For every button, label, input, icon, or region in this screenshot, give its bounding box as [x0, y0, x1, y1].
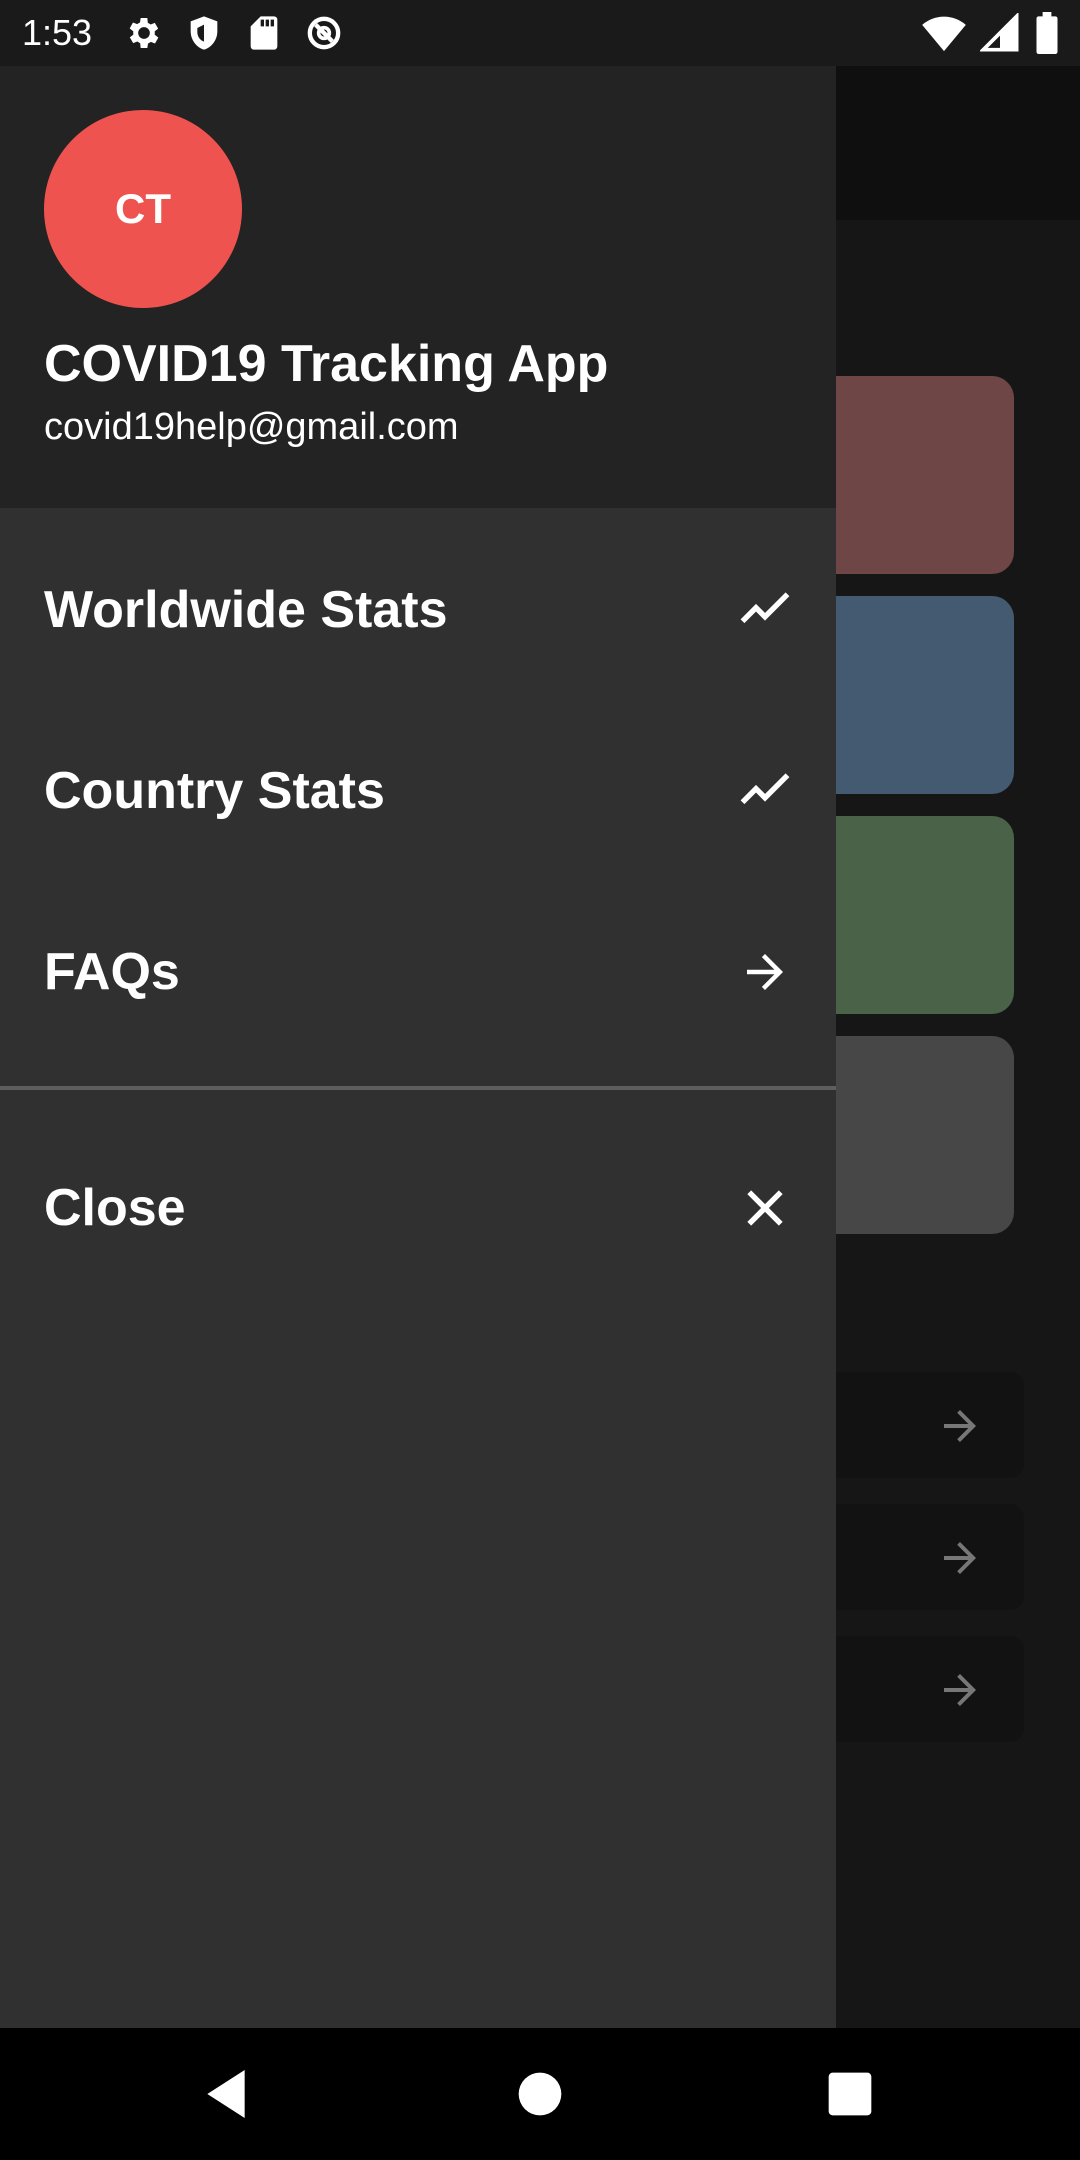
status-time: 1:53 — [22, 12, 93, 53]
account-email: covid19help@gmail.com — [44, 406, 459, 448]
menu-item-country-stats[interactable]: Country Stats — [0, 701, 836, 881]
trending-up-icon — [740, 592, 790, 624]
navigation-drawer: CT COVID19 Tracking App covid19help@gmai… — [0, 66, 836, 2028]
sd-card-icon — [250, 16, 278, 50]
close-icon — [747, 1190, 783, 1226]
wifi-icon — [922, 16, 966, 52]
arrow-forward-icon — [944, 1410, 976, 1442]
menu-item-label: Close — [44, 1179, 186, 1237]
data-saver-icon — [307, 16, 341, 50]
recents-icon[interactable] — [818, 2062, 882, 2126]
arrow-forward-icon — [944, 1674, 976, 1706]
drawer-divider — [0, 1086, 836, 1090]
menu-item-faqs[interactable]: FAQs — [0, 882, 836, 1062]
arrow-forward-icon — [747, 954, 783, 990]
menu-item-worldwide-stats[interactable]: Worldwide Stats — [0, 520, 836, 700]
shield-icon — [190, 16, 218, 50]
app-name: COVID19 Tracking App — [44, 335, 609, 393]
menu-item-close[interactable]: Close — [0, 1118, 836, 1298]
back-icon[interactable] — [194, 2062, 258, 2126]
trending-up-icon — [740, 773, 790, 805]
menu-item-label: Country Stats — [44, 762, 385, 820]
signal-icon — [980, 13, 1019, 52]
settings-gear-icon — [129, 18, 159, 48]
avatar: CT — [44, 110, 242, 308]
menu-item-label: Worldwide Stats — [44, 581, 448, 639]
arrow-forward-icon — [944, 1542, 976, 1574]
menu-item-label: FAQs — [44, 943, 180, 1001]
system-navigation-bar — [0, 2028, 1080, 2160]
avatar-initials: CT — [115, 185, 171, 232]
status-bar: 1:53 — [0, 0, 1080, 66]
home-icon[interactable] — [508, 2062, 572, 2126]
battery-icon — [1036, 12, 1058, 54]
drawer-header: CT COVID19 Tracking App covid19help@gmai… — [0, 66, 836, 508]
